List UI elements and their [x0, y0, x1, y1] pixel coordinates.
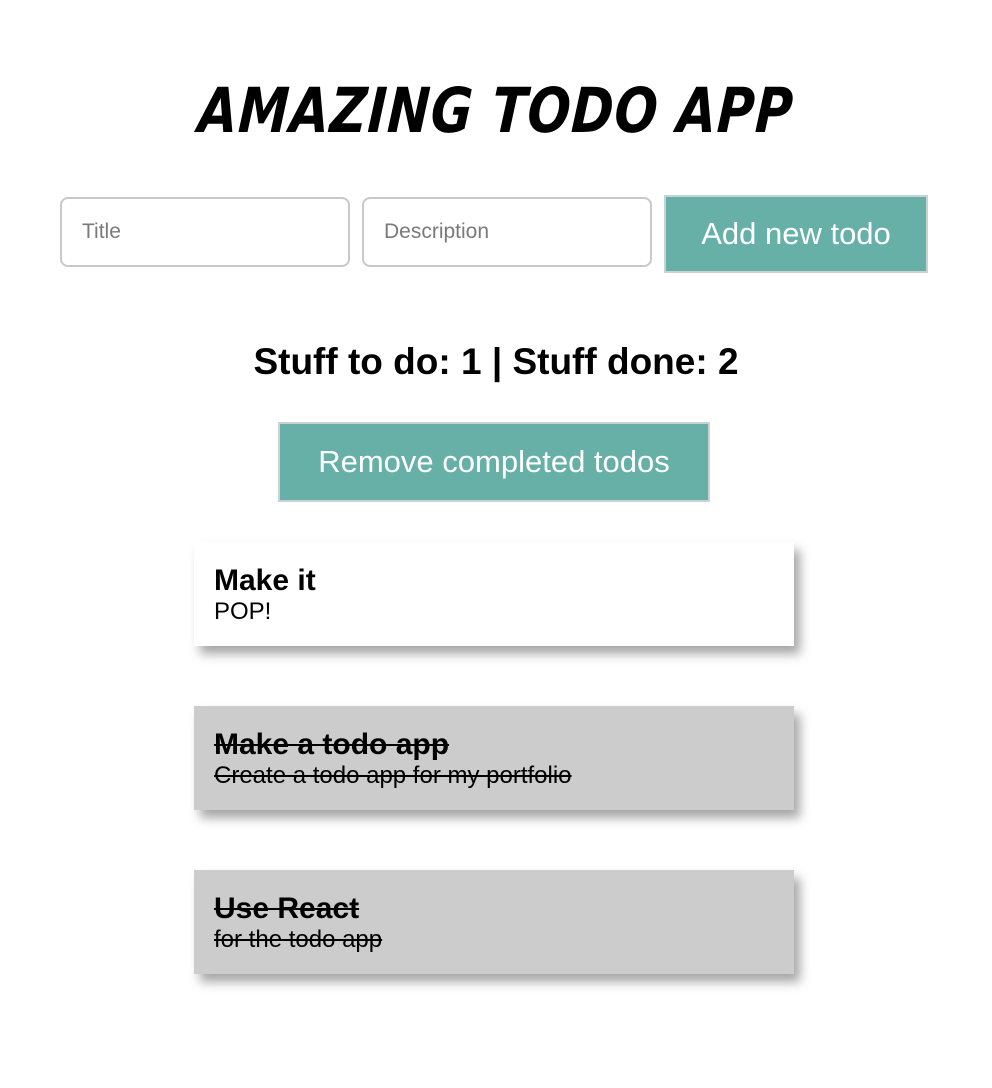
description-input[interactable] — [362, 197, 652, 267]
remove-completed-button[interactable]: Remove completed todos — [278, 422, 710, 502]
todo-description: POP! — [214, 598, 272, 625]
add-todo-button[interactable]: Add new todo — [664, 195, 928, 273]
todo-counter: Stuff to do: 1 | Stuff done: 2 — [253, 341, 739, 382]
todo-item[interactable]: Make it POP! — [194, 542, 794, 646]
todo-item[interactable]: Make a todo app Create a todo app for my… — [194, 706, 794, 810]
todo-title: Make a todo app — [214, 728, 450, 761]
app-title: Amazing Todo App — [196, 73, 796, 147]
title-input[interactable] — [60, 197, 350, 267]
todo-item[interactable]: Use React for the todo app — [194, 870, 794, 974]
todo-description: for the todo app — [214, 926, 383, 953]
todo-title: Make it — [214, 564, 316, 597]
todo-description: Create a todo app for my portfolio — [214, 762, 572, 789]
todo-title: Use React — [214, 892, 360, 925]
